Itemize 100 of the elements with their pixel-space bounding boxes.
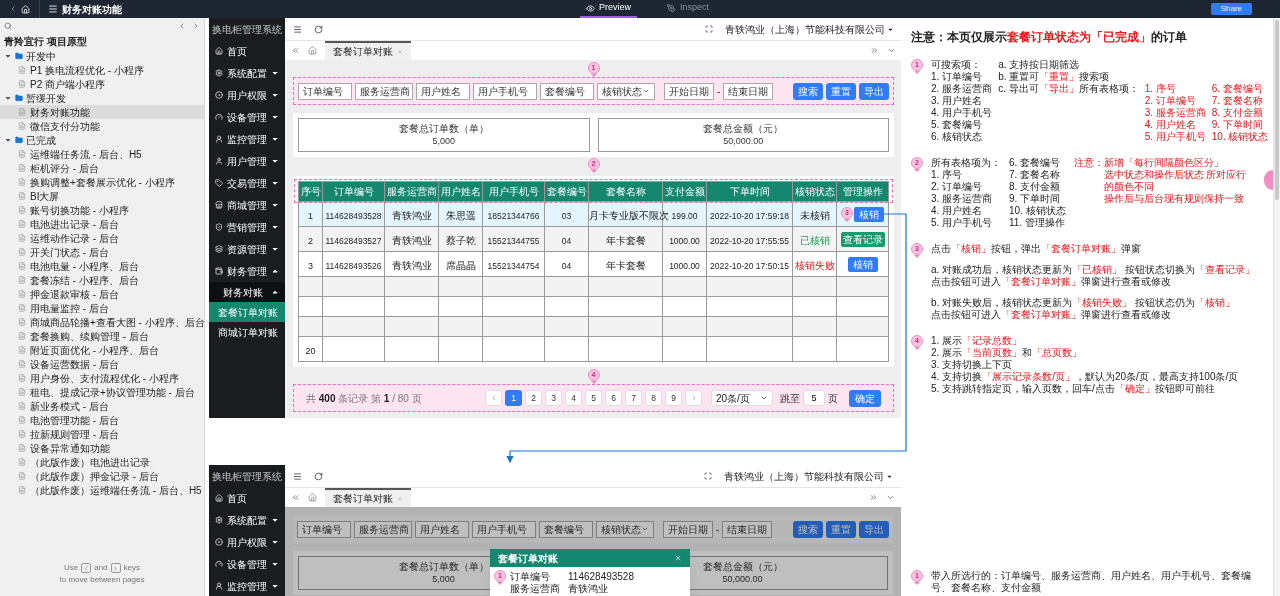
sidebar-menu-item[interactable]: 用户权限 xyxy=(209,531,285,553)
sidebar-menu-item[interactable]: 商城管理 xyxy=(209,194,285,216)
page-input[interactable]: 5 xyxy=(803,390,825,406)
select-field[interactable]: 服务运营商 xyxy=(355,82,413,100)
select-field[interactable]: 服务运营商 xyxy=(354,520,412,538)
page-item[interactable]: 电池电量 - 小程序、后台 xyxy=(0,259,204,273)
page-button[interactable]: 3 xyxy=(545,390,562,406)
sidebar-submenu-item[interactable]: 财务对账 xyxy=(209,282,285,302)
text-field[interactable]: 用户姓名 xyxy=(416,82,470,100)
page-button[interactable]: 7 xyxy=(625,390,642,406)
text-field[interactable]: 用户手机号 xyxy=(472,520,536,538)
page-item[interactable]: 电池进出记录 - 后台 xyxy=(0,217,204,231)
company-dropdown[interactable]: 青轶鸿业（上海）节能科技有限公司 xyxy=(725,21,894,37)
page-button[interactable]: 4 xyxy=(565,390,582,406)
page-item[interactable]: 商城商品轮播+查看大图 - 小程序、后台 xyxy=(0,315,204,329)
folder-item[interactable]: 已完成 xyxy=(0,133,204,147)
page-item[interactable]: 柜机评分 - 后台 xyxy=(0,161,204,175)
double-chevron-left-icon[interactable] xyxy=(291,46,300,55)
sidebar-menu-item[interactable]: 用户权限 xyxy=(209,84,285,106)
sidebar-menu-item[interactable]: 系统配置 xyxy=(209,509,285,531)
row-action-button[interactable]: 核销 xyxy=(854,206,884,222)
row-action-button[interactable]: 查看记录 xyxy=(840,231,885,247)
double-chevron-left-icon[interactable] xyxy=(291,493,300,502)
text-field[interactable]: 订单编号 xyxy=(297,520,351,538)
sidebar-menu-item[interactable]: 用户管理 xyxy=(209,150,285,172)
page-button[interactable]: 6 xyxy=(605,390,622,406)
confirm-button[interactable]: 确定 xyxy=(849,389,881,407)
date-field[interactable]: 结束日期 xyxy=(722,520,773,538)
select-field[interactable]: 核销状态 xyxy=(597,82,655,100)
menu-icon[interactable] xyxy=(293,471,302,481)
sidebar-menu-item[interactable]: 设备管理 xyxy=(209,106,285,128)
menu-icon[interactable] xyxy=(293,24,302,34)
page-button[interactable]: 1 xyxy=(505,390,522,406)
refresh-icon[interactable] xyxy=(314,24,323,34)
page-item[interactable]: 租电、提成记录+协议管理功能 - 后台 xyxy=(0,385,204,399)
page-item[interactable]: 财务对账功能 xyxy=(0,105,204,119)
page-tab[interactable]: 套餐订单对账 xyxy=(325,40,411,61)
folder-item[interactable]: 暂缓开发 xyxy=(0,91,204,105)
date-field[interactable]: 开始日期 xyxy=(664,82,714,100)
table-row[interactable]: 2 114628493527 青轶鸿业 蔡子乾 15521344755 04 年卡套餐 1000.00 2022-10-20 17:55:55 已核销 查看记录 xyxy=(298,226,889,252)
page-item[interactable]: 押金退款审核 - 后台 xyxy=(0,287,204,301)
action-button[interactable]: 重置 xyxy=(826,520,856,538)
close-icon[interactable] xyxy=(397,48,403,55)
chevron-left-icon[interactable] xyxy=(9,5,17,13)
chevron-down-icon[interactable] xyxy=(887,46,896,55)
page-item[interactable]: 运维动作记录 - 后台 xyxy=(0,231,204,245)
table-row[interactable]: 20 xyxy=(298,336,889,362)
page-item[interactable]: 套餐换购、续购管理 - 后台 xyxy=(0,329,204,343)
page-button[interactable]: 8 xyxy=(645,390,662,406)
sidebar-menu-item[interactable]: 监控管理 xyxy=(209,575,285,596)
text-field[interactable]: 套餐编号 xyxy=(540,82,594,100)
page-button[interactable]: 5 xyxy=(585,390,602,406)
page-item[interactable]: （此版作废）押金记录 - 后台 xyxy=(0,469,204,483)
sidebar-menu-item[interactable]: 营销管理 xyxy=(209,216,285,238)
sidebar-menu-item[interactable]: 设备管理 xyxy=(209,553,285,575)
action-button[interactable]: 搜索 xyxy=(793,82,823,100)
page-item[interactable]: 拉新规则管理 - 后台 xyxy=(0,427,204,441)
page-item[interactable]: 附近页面优化 - 小程序、后台 xyxy=(0,343,204,357)
page-item[interactable]: 换购调整+套餐展示优化 - 小程序 xyxy=(0,175,204,189)
fullscreen-icon[interactable] xyxy=(705,25,713,33)
text-field[interactable]: 用户姓名 xyxy=(415,520,469,538)
page-item[interactable]: 运维端任务流 - 后台、H5 xyxy=(0,147,204,161)
company-dropdown[interactable]: 青轶鸿业（上海）节能科技有限公司 xyxy=(724,468,893,484)
page-item[interactable]: P1 换电流程优化 - 小程序 xyxy=(0,63,204,77)
refresh-icon[interactable] xyxy=(314,471,323,481)
page-item[interactable]: 账号切换功能 - 小程序 xyxy=(0,203,204,217)
text-field[interactable]: 订单编号 xyxy=(298,82,352,100)
page-item[interactable]: 新业务模式 - 后台 xyxy=(0,399,204,413)
share-button[interactable]: Share xyxy=(1210,3,1252,15)
page-item[interactable]: P2 商户端小程序 xyxy=(0,77,204,91)
date-field[interactable]: 开始日期 xyxy=(663,520,713,538)
page-item[interactable]: 设备运营数据 - 后台 xyxy=(0,357,204,371)
text-field[interactable]: 套餐编号 xyxy=(539,520,593,538)
page-item[interactable]: 微信支付分功能 xyxy=(0,119,204,133)
action-button[interactable]: 导出 xyxy=(859,82,889,100)
page-tab[interactable]: 套餐订单对账 xyxy=(325,487,411,508)
page-button[interactable]: 2 xyxy=(525,390,542,406)
double-chevron-right-icon[interactable] xyxy=(869,493,878,502)
page-item[interactable]: BI大屏 xyxy=(0,189,204,203)
action-button[interactable]: 搜索 xyxy=(793,520,823,538)
page-item[interactable]: 套餐冻结 - 小程序、后台 xyxy=(0,273,204,287)
sidebar-menu-item[interactable]: 首页 xyxy=(209,40,285,62)
page-item[interactable]: 电池管理功能 - 后台 xyxy=(0,413,204,427)
chevron-right-icon[interactable] xyxy=(192,22,200,30)
sidebar-menu-item[interactable]: 监控管理 xyxy=(209,128,285,150)
menu-icon[interactable] xyxy=(48,4,58,14)
table-row[interactable]: 3 114628493526 青轶鸿业 席晶晶 15521344754 04 年卡套餐 1000.00 2022-10-20 17:50:15 核销失败 核销 xyxy=(298,251,889,277)
mode-tab[interactable]: Inspect xyxy=(661,0,716,18)
chevron-left-icon[interactable] xyxy=(178,22,186,30)
date-field[interactable]: 结束日期 xyxy=(723,82,774,100)
page-button[interactable]: 9 xyxy=(665,390,682,406)
action-button[interactable]: 导出 xyxy=(859,520,889,538)
close-icon[interactable] xyxy=(397,495,403,502)
folder-item[interactable]: 开发中 xyxy=(0,49,204,63)
page-size-select[interactable]: 20条/页 xyxy=(711,390,773,406)
select-field[interactable]: 核销状态 xyxy=(596,520,654,538)
row-action-button[interactable]: 核销 xyxy=(847,256,878,272)
text-field[interactable]: 用户手机号 xyxy=(473,82,537,100)
sidebar-menu-item[interactable]: 交易管理 xyxy=(209,172,285,194)
page-item[interactable]: （此版作废）电池进出记录 xyxy=(0,455,204,469)
